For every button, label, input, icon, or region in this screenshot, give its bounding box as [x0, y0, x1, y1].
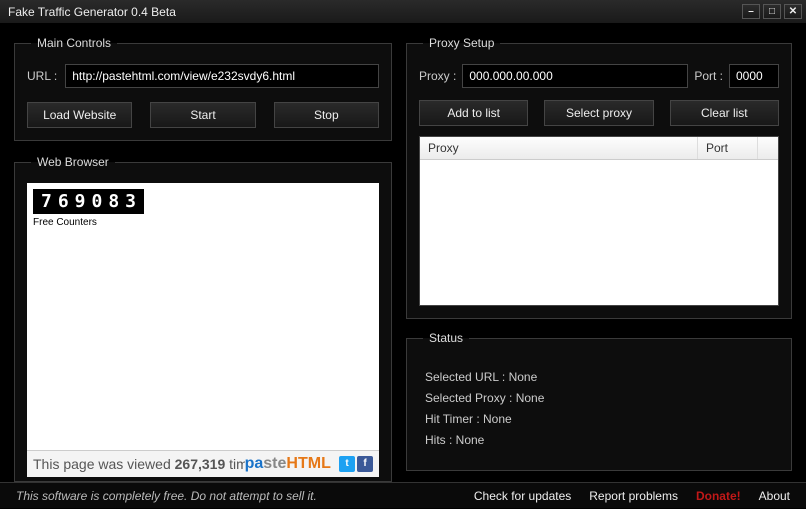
add-to-list-button[interactable]: Add to list: [419, 100, 528, 126]
proxy-input[interactable]: [462, 64, 688, 88]
footer-note: This software is completely free. Do not…: [16, 489, 474, 503]
main-controls-panel: Main Controls URL : Load Website Start S…: [14, 36, 392, 141]
proxy-label: Proxy :: [419, 69, 456, 83]
status-selected-url: Selected URL : None: [425, 370, 773, 384]
load-website-button[interactable]: Load Website: [27, 102, 132, 128]
proxy-setup-legend: Proxy Setup: [423, 36, 500, 50]
status-legend: Status: [423, 331, 469, 345]
status-panel: Status Selected URL : None Selected Prox…: [406, 331, 792, 471]
facebook-icon: f: [357, 456, 373, 472]
title-bar: Fake Traffic Generator 0.4 Beta – □ ✕: [0, 0, 806, 24]
proxy-setup-panel: Proxy Setup Proxy : Port : Add to list S…: [406, 36, 792, 319]
status-hits: Hits : None: [425, 433, 773, 447]
view-count-text: This page was viewed 267,319 tim: [33, 456, 245, 472]
proxy-table[interactable]: Proxy Port: [419, 136, 779, 306]
report-problems-link[interactable]: Report problems: [589, 489, 678, 503]
footer-bar: This software is completely free. Do not…: [0, 482, 806, 508]
port-column-header[interactable]: Port: [698, 137, 758, 159]
web-browser-panel: Web Browser 769083 Free Counters This pa…: [14, 155, 392, 482]
port-input[interactable]: [729, 64, 779, 88]
spacer-column: [758, 137, 778, 159]
window-title: Fake Traffic Generator 0.4 Beta: [4, 5, 742, 19]
pastehtml-logo: pasteHTML t f: [245, 455, 373, 473]
start-button[interactable]: Start: [150, 102, 255, 128]
select-proxy-button[interactable]: Select proxy: [544, 100, 653, 126]
about-link[interactable]: About: [759, 489, 790, 503]
main-controls-legend: Main Controls: [31, 36, 117, 50]
status-selected-proxy: Selected Proxy : None: [425, 391, 773, 405]
check-updates-link[interactable]: Check for updates: [474, 489, 571, 503]
web-browser-legend: Web Browser: [31, 155, 115, 169]
close-button[interactable]: ✕: [784, 4, 802, 19]
stop-button[interactable]: Stop: [274, 102, 379, 128]
page-counter: 769083: [33, 189, 144, 214]
twitter-icon: t: [339, 456, 355, 472]
status-hit-timer: Hit Timer : None: [425, 412, 773, 426]
counter-caption: Free Counters: [33, 217, 97, 228]
clear-list-button[interactable]: Clear list: [670, 100, 779, 126]
minimize-button[interactable]: –: [742, 4, 760, 19]
url-label: URL :: [27, 69, 57, 83]
maximize-button[interactable]: □: [763, 4, 781, 19]
browser-footer: This page was viewed 267,319 tim pasteHT…: [27, 450, 379, 477]
port-label: Port :: [694, 69, 723, 83]
web-browser-viewport[interactable]: 769083 Free Counters This page was viewe…: [27, 183, 379, 477]
donate-link[interactable]: Donate!: [696, 489, 741, 503]
proxy-column-header[interactable]: Proxy: [420, 137, 698, 159]
url-input[interactable]: [65, 64, 379, 88]
